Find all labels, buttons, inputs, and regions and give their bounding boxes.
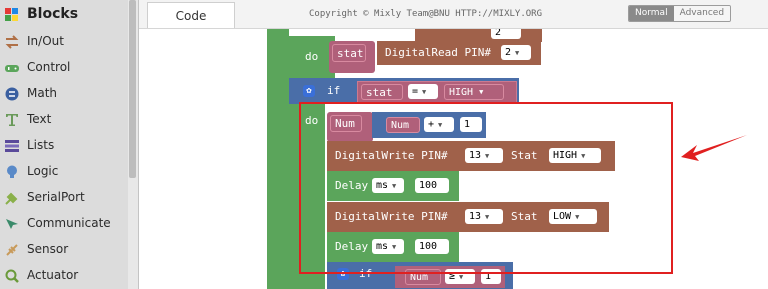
partial-top-dropdown[interactable]: 2 [491, 29, 521, 39]
block-category-sidebar: Blocks In/Out Control Math Text Lists Lo… [0, 0, 139, 289]
category-lists-label: Lists [27, 137, 55, 152]
compare-var-label: stat [366, 85, 393, 99]
category-text-label: Text [27, 111, 52, 126]
category-logic-label: Logic [27, 163, 59, 178]
communicate-icon [5, 216, 19, 230]
partial-top-value: 2 [495, 29, 502, 38]
category-communicate-label: Communicate [27, 215, 111, 230]
sidebar-scrollbar-thumb[interactable] [129, 0, 136, 178]
category-text[interactable]: Text [0, 106, 128, 131]
category-actuator[interactable]: Actuator [0, 262, 128, 287]
outer-loop-block[interactable] [267, 29, 289, 289]
category-serialport[interactable]: SerialPort [0, 184, 128, 209]
mode-normal-button[interactable]: Normal [629, 6, 674, 21]
category-sensor-label: Sensor [27, 241, 69, 256]
category-communicate[interactable]: Communicate [0, 210, 128, 235]
compare-value-label: HIGH [449, 86, 474, 98]
category-lists[interactable]: Lists [0, 132, 128, 157]
category-in-out[interactable]: In/Out [0, 28, 128, 53]
gear-icon[interactable]: ✿ [303, 85, 315, 97]
digitalread-block[interactable]: DigitalRead PIN# 2 ▼ [377, 41, 541, 65]
logic-icon [5, 164, 19, 178]
sidebar-scrollbar[interactable] [128, 0, 138, 289]
if-block-1[interactable]: ✿ if stat = ▼ HIGH ▼ [289, 78, 519, 104]
compare-op-dropdown[interactable]: = ▼ [408, 84, 438, 99]
digitalread-pin-dropdown[interactable]: 2 ▼ [501, 45, 531, 60]
stat-variable[interactable]: stat [332, 44, 366, 62]
serialport-icon [5, 190, 19, 205]
chevron-down-icon: ▼ [422, 87, 427, 96]
lists-icon [5, 138, 19, 152]
stat-variable-label: stat [337, 46, 364, 60]
do-label-1: do [305, 50, 319, 63]
gamepad-icon [5, 60, 19, 74]
math-icon [5, 86, 19, 100]
compare-value[interactable]: HIGH ▼ [444, 84, 504, 100]
toolbar-header: Code Copyright © Mixly Team@BNU HTTP://M… [139, 0, 768, 29]
digitalread-label: DigitalRead PIN# [385, 46, 491, 59]
annotation-highlight-box [299, 102, 673, 274]
digitalread-pin-value: 2 [505, 47, 512, 58]
category-in-out-label: In/Out [27, 33, 64, 48]
if-label-1: if [327, 84, 341, 97]
blocks-icon [5, 7, 19, 21]
annotation-arrow-icon [681, 135, 747, 161]
blocks-title-label: Blocks [27, 5, 79, 22]
mode-advanced-button[interactable]: Advanced [673, 6, 731, 21]
in-out-icon [5, 34, 19, 49]
sensor-icon [5, 242, 19, 256]
category-math[interactable]: Math [0, 80, 128, 105]
text-icon [5, 112, 19, 126]
category-math-label: Math [27, 85, 58, 100]
category-logic[interactable]: Logic [0, 158, 128, 183]
stat-set-block[interactable]: stat [329, 41, 375, 73]
copyright-text: Copyright © Mixly Team@BNU HTTP://MIXLY.… [309, 9, 542, 19]
category-control-label: Control [27, 59, 71, 74]
category-sensor[interactable]: Sensor [0, 236, 128, 261]
compare-block[interactable]: stat = ▼ HIGH ▼ [357, 81, 517, 103]
block-workspace[interactable]: 2 do stat DigitalRead PIN# 2 ▼ ✿ if stat … [139, 29, 768, 289]
chevron-down-icon: ▼ [515, 48, 520, 57]
category-control[interactable]: Control [0, 54, 128, 79]
mode-toggle: Normal Advanced [628, 5, 732, 22]
actuator-icon [5, 268, 19, 283]
tab-code[interactable]: Code [147, 2, 235, 28]
blocks-title: Blocks [0, 1, 128, 26]
category-actuator-label: Actuator [27, 267, 79, 282]
compare-op-value: = [412, 86, 419, 97]
compare-var[interactable]: stat [361, 84, 403, 100]
chevron-down-icon: ▼ [479, 88, 484, 96]
category-serialport-label: SerialPort [27, 189, 85, 204]
